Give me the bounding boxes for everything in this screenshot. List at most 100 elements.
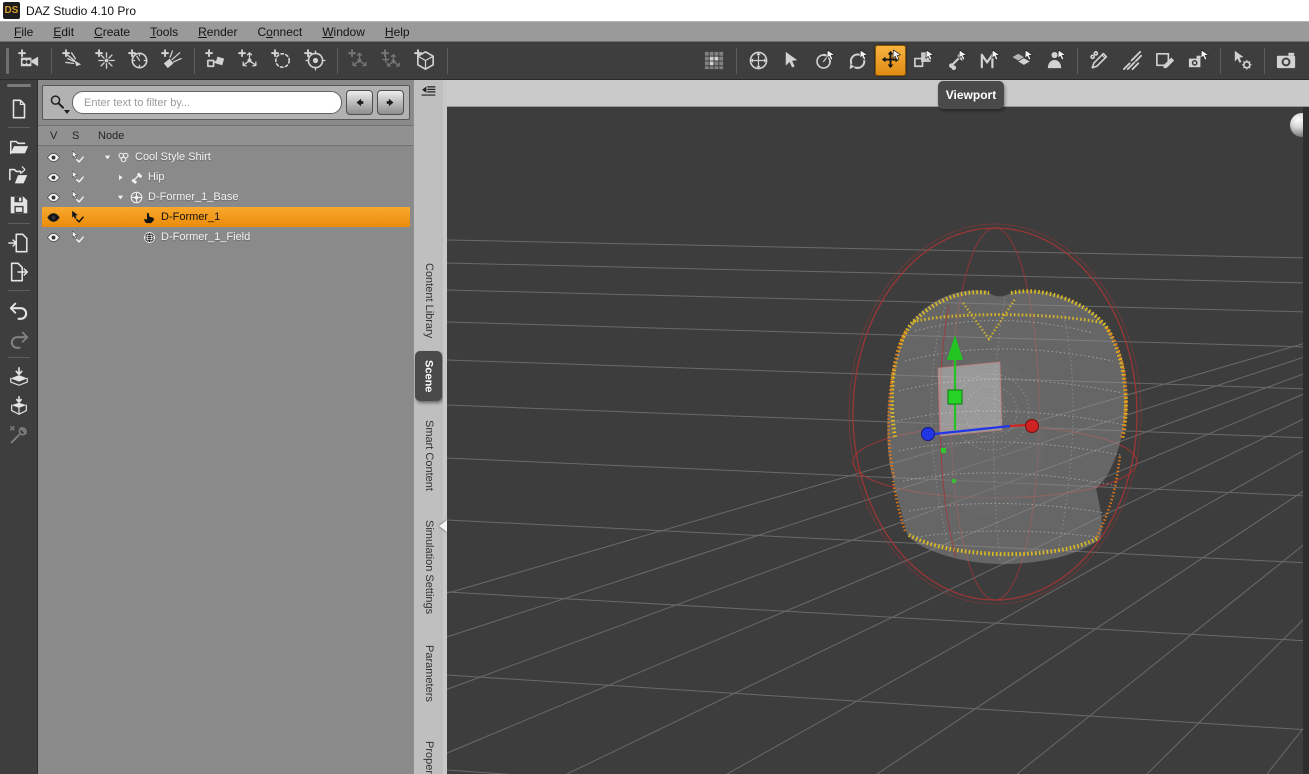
visibility-eye-icon[interactable] xyxy=(42,150,65,165)
filter-forward-button[interactable] xyxy=(377,90,404,115)
scene-node-d-former-1-field[interactable]: D-Former_1_Field xyxy=(42,227,410,247)
menu-create[interactable]: Create xyxy=(84,25,140,39)
region-editor-button[interactable] xyxy=(1150,45,1181,76)
new-group-button[interactable] xyxy=(344,45,375,76)
spot-render-button[interactable] xyxy=(1183,45,1214,76)
surface-selection-button[interactable] xyxy=(1007,45,1038,76)
tab-property[interactable]: Property xyxy=(418,724,440,774)
selectable-cursor-icon[interactable] xyxy=(65,150,90,165)
scale-tool-button[interactable] xyxy=(908,45,939,76)
toolbar-grip[interactable] xyxy=(6,47,9,74)
pane-options-menu-icon[interactable] xyxy=(417,83,440,100)
eye-icon xyxy=(47,152,60,162)
geometry-editor-button[interactable] xyxy=(1084,45,1115,76)
tab-viewport[interactable]: Viewport xyxy=(938,81,1004,109)
filter-back-button[interactable] xyxy=(346,90,373,115)
column-visibility[interactable]: V xyxy=(38,130,72,142)
toolbar-separator xyxy=(7,127,30,128)
scene-filter-input[interactable] xyxy=(72,91,342,114)
scene-node-d-former-1[interactable]: D-Former_1 xyxy=(42,207,410,227)
save-file-button[interactable] xyxy=(5,191,33,218)
menu-help[interactable]: Help xyxy=(375,25,420,39)
column-selectability[interactable]: S xyxy=(72,130,98,142)
new-node-button[interactable] xyxy=(234,45,265,76)
export-file-button[interactable] xyxy=(5,258,33,285)
redo-button[interactable] xyxy=(5,325,33,352)
column-node[interactable]: Node xyxy=(98,130,124,142)
search-filter-menu-icon[interactable] xyxy=(48,93,70,114)
undo-button[interactable] xyxy=(5,296,33,323)
new-dformer-button[interactable] xyxy=(201,45,232,76)
viewport-3d-scene[interactable] xyxy=(447,107,1309,774)
pane-splitter[interactable] xyxy=(439,80,447,774)
menu-edit[interactable]: Edit xyxy=(43,25,84,39)
tab-content-library[interactable]: Content Library xyxy=(418,252,440,349)
joint-editor-bone-button[interactable] xyxy=(941,45,972,76)
node-selection-button[interactable] xyxy=(776,45,807,76)
node-weight-brush-button[interactable] xyxy=(1117,45,1148,76)
scene-tree-header: V S Node xyxy=(38,125,413,146)
selectable-cursor-icon[interactable] xyxy=(65,190,90,205)
menu-connect[interactable]: Connect xyxy=(247,25,312,39)
toolbar-grip[interactable] xyxy=(6,84,31,87)
rotate-arc-tool-button[interactable] xyxy=(842,45,873,76)
selectable-cursor-icon[interactable] xyxy=(65,230,90,245)
aux-viewport-grid-button[interactable] xyxy=(699,45,730,76)
new-target-button[interactable] xyxy=(300,45,331,76)
toolbar-group xyxy=(200,45,332,76)
title-bar: DS DAZ Studio 4.10 Pro xyxy=(0,0,1309,22)
tab-simulation-settings[interactable]: Simulation Settings xyxy=(418,509,440,626)
expander-open-icon[interactable] xyxy=(113,193,127,202)
splitter-collapse-arrow-icon[interactable] xyxy=(439,520,447,532)
tab-smart-content[interactable]: Smart Content xyxy=(418,404,440,507)
new-camera-button[interactable] xyxy=(14,45,45,76)
new-target-icon xyxy=(304,49,326,71)
tab-parameters[interactable]: Parameters xyxy=(418,629,440,717)
magnifier-icon xyxy=(50,94,64,109)
tab-scene[interactable]: Scene xyxy=(415,351,442,401)
rotate-tool-button[interactable] xyxy=(809,45,840,76)
new-spotlight-button[interactable] xyxy=(157,45,188,76)
menu-file[interactable]: File xyxy=(4,25,43,39)
toolbar-separator xyxy=(447,47,448,74)
universal-manipulator-icon xyxy=(749,51,768,70)
new-distant-light-button[interactable] xyxy=(58,45,89,76)
new-group-instance-button[interactable] xyxy=(377,45,408,76)
new-primitive-button[interactable] xyxy=(410,45,441,76)
visibility-eye-icon[interactable] xyxy=(42,190,65,205)
visibility-eye-icon[interactable] xyxy=(42,230,65,245)
universal-manipulator-button[interactable] xyxy=(743,45,774,76)
import-file-button[interactable] xyxy=(5,229,33,256)
viewport-canvas[interactable] xyxy=(447,107,1309,774)
decimator-tool-button[interactable] xyxy=(5,421,33,448)
merge-file-button[interactable] xyxy=(5,162,33,189)
new-dial-light-button[interactable] xyxy=(124,45,155,76)
menu-render[interactable]: Render xyxy=(188,25,247,39)
tool-settings-pointer-button[interactable] xyxy=(1227,45,1258,76)
send-to-asset-button[interactable] xyxy=(5,363,33,390)
new-file-button[interactable] xyxy=(5,95,33,122)
new-point-light-button[interactable] xyxy=(91,45,122,76)
toolbar-group xyxy=(698,45,731,76)
measure-m-tool-button[interactable] xyxy=(974,45,1005,76)
right-dock-edge[interactable] xyxy=(1303,107,1309,774)
rotate-arc-tool-icon xyxy=(849,49,868,70)
visibility-eye-icon[interactable] xyxy=(42,170,65,185)
dformer-field-icon xyxy=(140,230,158,245)
visibility-eye-icon[interactable] xyxy=(42,210,65,225)
render-camera-button[interactable] xyxy=(1271,45,1302,76)
menu-window[interactable]: Window xyxy=(312,25,375,39)
figure-selection-button[interactable] xyxy=(1040,45,1071,76)
scene-node-d-former-1-base[interactable]: D-Former_1_Base xyxy=(42,187,410,207)
selectable-cursor-icon[interactable] xyxy=(65,210,90,225)
menu-tools[interactable]: Tools xyxy=(140,25,188,39)
expander-open-icon[interactable] xyxy=(100,153,114,162)
expander-closed-icon[interactable] xyxy=(113,173,127,182)
scene-node-cool-style-shirt[interactable]: Cool Style Shirt xyxy=(42,147,410,167)
open-file-button[interactable] xyxy=(5,133,33,160)
new-null-button[interactable] xyxy=(267,45,298,76)
export-asset-button[interactable] xyxy=(5,392,33,419)
selectable-cursor-icon[interactable] xyxy=(65,170,90,185)
scene-node-hip[interactable]: Hip xyxy=(42,167,410,187)
translate-tool-button[interactable] xyxy=(875,45,906,76)
